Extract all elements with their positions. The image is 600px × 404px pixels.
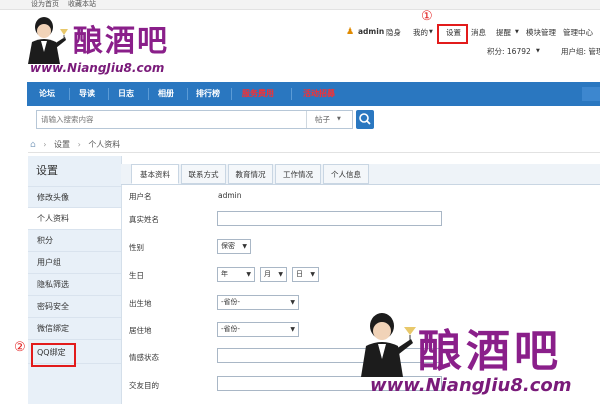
nav-forum[interactable]: 论坛: [39, 82, 55, 106]
nav-separator: [231, 88, 232, 100]
nav-separator: [187, 88, 188, 100]
logo-url: www.NiangJiu8.com: [30, 61, 165, 75]
tab-basic-info[interactable]: 基本资料: [131, 164, 179, 184]
breadcrumb-settings[interactable]: 设置: [54, 140, 70, 149]
nav-separator: [108, 88, 109, 100]
user-group-display[interactable]: 用户组: 管理: [561, 46, 600, 57]
username-link[interactable]: admin: [358, 27, 384, 36]
nav-ranking[interactable]: 排行榜: [196, 82, 220, 106]
chevron-down-icon: ▼: [278, 271, 283, 278]
birthplace-select[interactable]: -省份- ▼: [217, 295, 299, 310]
main-nav-bar: 论坛 导读 日志 相册 排行榜 服务费用 活动招募: [27, 82, 600, 106]
gender-select[interactable]: 保密 ▼: [217, 239, 251, 254]
search-icon: [359, 113, 371, 125]
birthday-label: 生日: [129, 271, 144, 280]
qq-highlight-box: [31, 343, 76, 367]
chevron-down-icon: ▼: [310, 271, 315, 278]
marital-label: 情感状态: [129, 353, 159, 362]
reminders-link[interactable]: 提醒: [496, 27, 511, 38]
step-marker-2: ②: [14, 340, 26, 355]
nav-extra-button[interactable]: [582, 87, 600, 101]
points-dropdown-icon[interactable]: ▼: [536, 48, 540, 54]
nav-separator: [148, 88, 149, 100]
search-button[interactable]: [356, 110, 374, 129]
birth-month-value: 月: [264, 270, 271, 278]
messages-link[interactable]: 消息: [471, 27, 486, 38]
watermark-url: www.NiangJiu8.com: [370, 375, 572, 396]
settings-highlight-box: [437, 24, 468, 44]
residence-value: -省份-: [221, 325, 241, 333]
sidebar-item-avatar[interactable]: 修改头像: [28, 186, 121, 208]
site-logo[interactable]: 酿酒吧 www.NiangJiu8.com: [24, 16, 216, 76]
sidebar-item-wechat[interactable]: 微信绑定: [28, 318, 121, 340]
gender-label: 性别: [129, 243, 144, 252]
tab-personal[interactable]: 个人信息: [323, 164, 369, 184]
reminders-dropdown-icon[interactable]: ▼: [515, 29, 519, 35]
birth-month-select[interactable]: 月 ▼: [260, 267, 287, 282]
sidebar-item-points[interactable]: 积分: [28, 230, 121, 252]
breadcrumb-separator: ›: [77, 140, 81, 149]
realname-input[interactable]: [217, 211, 442, 226]
waiter-mascot-icon: [28, 17, 68, 64]
admin-center-link[interactable]: 管理中心: [563, 27, 593, 38]
set-homepage-link[interactable]: 设为首页: [31, 0, 59, 9]
purpose-label: 交友目的: [129, 381, 159, 390]
nav-blog[interactable]: 日志: [118, 82, 134, 106]
birth-year-select[interactable]: 年 ▼: [217, 267, 255, 282]
sidebar-item-usergroup[interactable]: 用户组: [28, 252, 121, 274]
nav-service-fee[interactable]: 服务费用: [242, 82, 274, 106]
sidebar-item-profile[interactable]: 个人资料: [28, 208, 121, 230]
sidebar-item-password[interactable]: 密码安全: [28, 296, 121, 318]
tab-education[interactable]: 教育情况: [228, 164, 273, 184]
gender-value: 保密: [221, 242, 235, 250]
breadcrumb-separator: ›: [43, 140, 47, 149]
step-marker-1: ①: [421, 9, 433, 24]
nav-guide[interactable]: 导读: [79, 82, 95, 106]
invisible-status-toggle[interactable]: 隐身: [386, 27, 401, 38]
birth-year-value: 年: [221, 270, 228, 278]
points-display[interactable]: 积分: 16792: [487, 46, 531, 57]
search-scope-label: 帖子: [315, 115, 330, 124]
chevron-down-icon: ▼: [290, 299, 295, 306]
chevron-down-icon: ▼: [246, 271, 251, 278]
sidebar-item-privacy[interactable]: 隐私筛选: [28, 274, 121, 296]
nav-event-recruit[interactable]: 活动招募: [303, 82, 335, 106]
bookmark-link[interactable]: 收藏本站: [68, 0, 96, 9]
birth-day-value: 日: [296, 270, 303, 278]
tab-work[interactable]: 工作情况: [275, 164, 321, 184]
search-scope-select[interactable]: 帖子 ▼: [306, 111, 352, 128]
logo-chinese-name: 酿酒吧: [73, 24, 169, 59]
nav-album[interactable]: 相册: [158, 82, 174, 106]
residence-select[interactable]: -省份- ▼: [217, 322, 299, 337]
chevron-down-icon: ▼: [242, 243, 247, 250]
birth-day-select[interactable]: 日 ▼: [292, 267, 319, 282]
qq-penguin-icon: ♟: [346, 27, 355, 37]
divider: [28, 152, 600, 153]
my-menu[interactable]: 我的: [413, 27, 428, 38]
username-label: 用户名: [129, 192, 152, 201]
birthplace-label: 出生地: [129, 299, 152, 308]
search-box: 帖子 ▼: [36, 110, 353, 129]
waiter-mascot-icon: [361, 313, 416, 377]
username-value: admin: [218, 191, 242, 200]
my-menu-dropdown-icon[interactable]: ▼: [429, 29, 433, 35]
nav-separator: [69, 88, 70, 100]
watermark-logo: 酿酒吧 www.NiangJiu8.com: [356, 311, 600, 404]
chevron-down-icon: ▼: [290, 326, 295, 333]
breadcrumb: ⌂ › 设置 › 个人资料: [30, 139, 120, 151]
nav-separator: [291, 88, 292, 100]
home-icon[interactable]: ⌂: [30, 140, 36, 150]
search-input[interactable]: [37, 111, 313, 128]
module-admin-link[interactable]: 模块管理: [526, 27, 556, 38]
watermark-chinese-name: 酿酒吧: [418, 326, 562, 377]
realname-label: 真实姓名: [129, 215, 159, 224]
breadcrumb-profile: 个人资料: [88, 140, 121, 149]
sidebar-title: 设置: [36, 164, 58, 177]
chevron-down-icon: ▼: [337, 116, 341, 122]
tab-contact[interactable]: 联系方式: [181, 164, 226, 184]
birthplace-value: -省份-: [221, 298, 241, 306]
residence-label: 居住地: [129, 326, 152, 335]
top-link-bar: 设为首页 收藏本站: [0, 0, 600, 10]
